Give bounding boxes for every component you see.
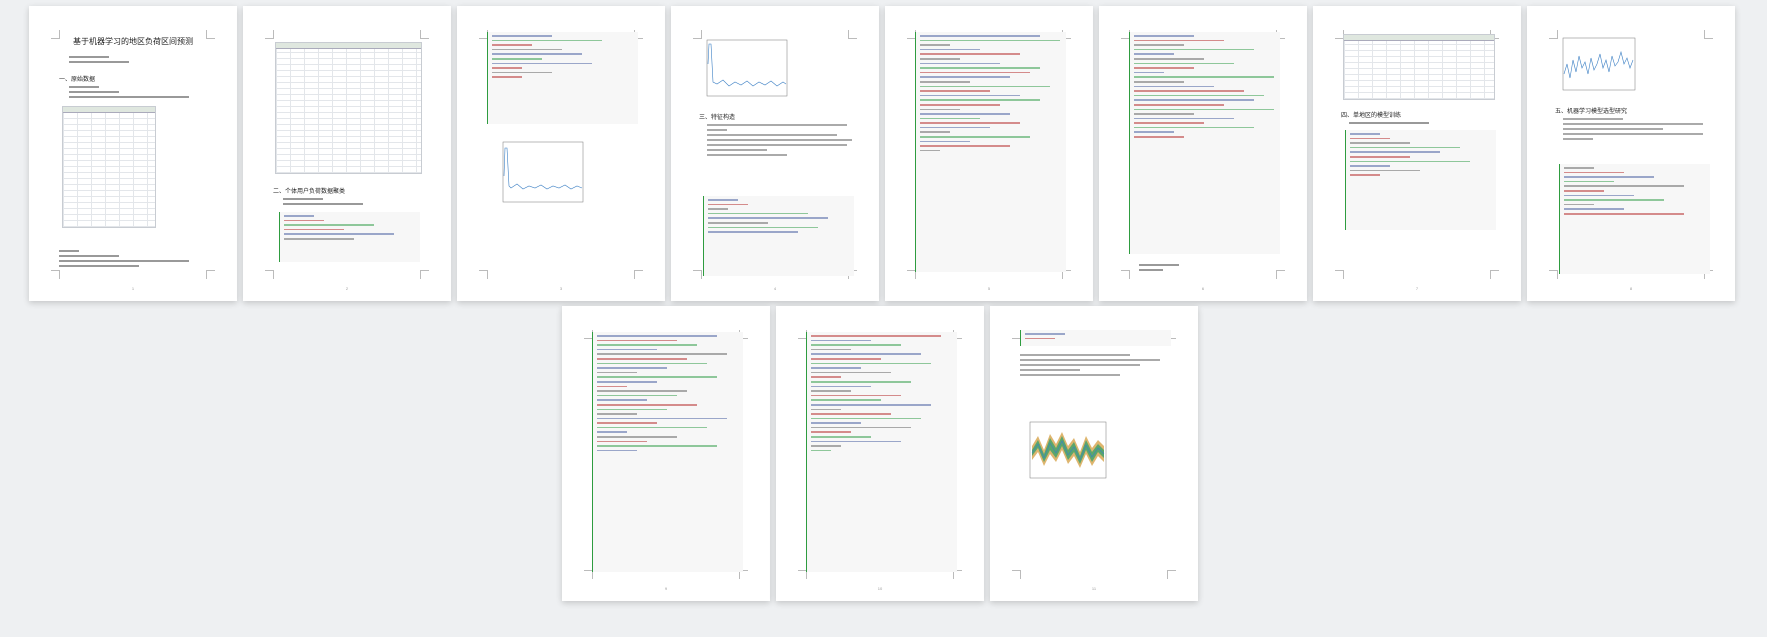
code-block bbox=[1020, 330, 1171, 346]
document-page[interactable]: 五、机器学习模型选型研究 8 bbox=[1527, 6, 1735, 301]
line-chart-figure bbox=[706, 39, 788, 97]
section-heading: 一、原始数据 bbox=[59, 77, 96, 83]
text-block bbox=[69, 86, 199, 101]
document-page[interactable]: 5 bbox=[885, 6, 1093, 301]
code-block bbox=[915, 32, 1066, 272]
page-number: 2 bbox=[345, 286, 349, 291]
code-block bbox=[806, 332, 957, 572]
code-block bbox=[279, 212, 420, 262]
section-heading: 四、单地区的模型训练 bbox=[1341, 113, 1402, 119]
crop-mark bbox=[693, 270, 702, 279]
page-number: 7 bbox=[1415, 286, 1419, 291]
code-block bbox=[1129, 32, 1280, 254]
crop-mark bbox=[1335, 270, 1344, 279]
document-page[interactable]: 二、个体用户负荷数据聚类 2 bbox=[243, 6, 451, 301]
section-heading: 五、机器学习模型选型研究 bbox=[1555, 109, 1628, 115]
crop-mark bbox=[479, 270, 488, 279]
page-number: 3 bbox=[559, 286, 563, 291]
crop-mark bbox=[51, 270, 60, 279]
document-page[interactable]: 三、特征构造 4 bbox=[671, 6, 879, 301]
document-page[interactable]: 3 bbox=[457, 6, 665, 301]
spreadsheet-image bbox=[275, 42, 422, 174]
page-number: 11 bbox=[1091, 586, 1097, 591]
crop-mark bbox=[265, 270, 274, 279]
document-page[interactable]: 10 bbox=[776, 306, 984, 601]
crop-mark bbox=[1276, 270, 1285, 279]
crop-mark bbox=[1167, 570, 1176, 579]
document-page[interactable]: 11 bbox=[990, 306, 1198, 601]
page-number: 1 bbox=[131, 286, 135, 291]
text-block bbox=[1020, 354, 1170, 379]
crop-mark bbox=[420, 30, 429, 39]
text-block bbox=[1349, 122, 1449, 127]
document-page[interactable]: 9 bbox=[562, 306, 770, 601]
crop-mark bbox=[420, 270, 429, 279]
text-block bbox=[283, 198, 413, 208]
page-number: 6 bbox=[1201, 286, 1205, 291]
crop-mark bbox=[206, 270, 215, 279]
document-page[interactable]: 四、单地区的模型训练 7 bbox=[1313, 6, 1521, 301]
crop-mark bbox=[634, 270, 643, 279]
text-block bbox=[707, 124, 857, 159]
line-chart-figure bbox=[1029, 421, 1107, 479]
spreadsheet-image bbox=[62, 106, 156, 228]
crop-mark bbox=[1121, 270, 1130, 279]
code-block bbox=[1559, 164, 1710, 274]
page-number: 5 bbox=[987, 286, 991, 291]
crop-mark bbox=[1012, 570, 1021, 579]
page-number: 8 bbox=[1629, 286, 1633, 291]
document-page[interactable]: 基于机器学习的地区负荷区间预测 一、原始数据 1 bbox=[29, 6, 237, 301]
page-number: 10 bbox=[877, 586, 883, 591]
page-number: 4 bbox=[773, 286, 777, 291]
text-block bbox=[1563, 118, 1713, 143]
text-block bbox=[69, 56, 169, 66]
text-block bbox=[1139, 264, 1239, 274]
crop-mark bbox=[848, 30, 857, 39]
document-title: 基于机器学习的地区负荷区间预测 bbox=[73, 37, 193, 46]
page-number: 9 bbox=[664, 586, 668, 591]
code-block bbox=[1345, 130, 1496, 230]
section-heading: 二、个体用户负荷数据聚类 bbox=[273, 189, 346, 195]
crop-mark bbox=[1704, 30, 1713, 39]
crop-mark bbox=[1549, 270, 1558, 279]
text-block bbox=[59, 250, 199, 270]
crop-mark bbox=[1490, 270, 1499, 279]
code-block bbox=[487, 32, 638, 124]
line-chart-figure bbox=[502, 141, 584, 203]
spreadsheet-image bbox=[1343, 34, 1495, 100]
code-block bbox=[592, 332, 743, 572]
line-chart-figure bbox=[1562, 37, 1636, 91]
crop-mark bbox=[265, 30, 274, 39]
document-page[interactable]: 6 bbox=[1099, 6, 1307, 301]
section-heading: 三、特征构造 bbox=[699, 115, 736, 121]
code-block bbox=[703, 196, 854, 276]
